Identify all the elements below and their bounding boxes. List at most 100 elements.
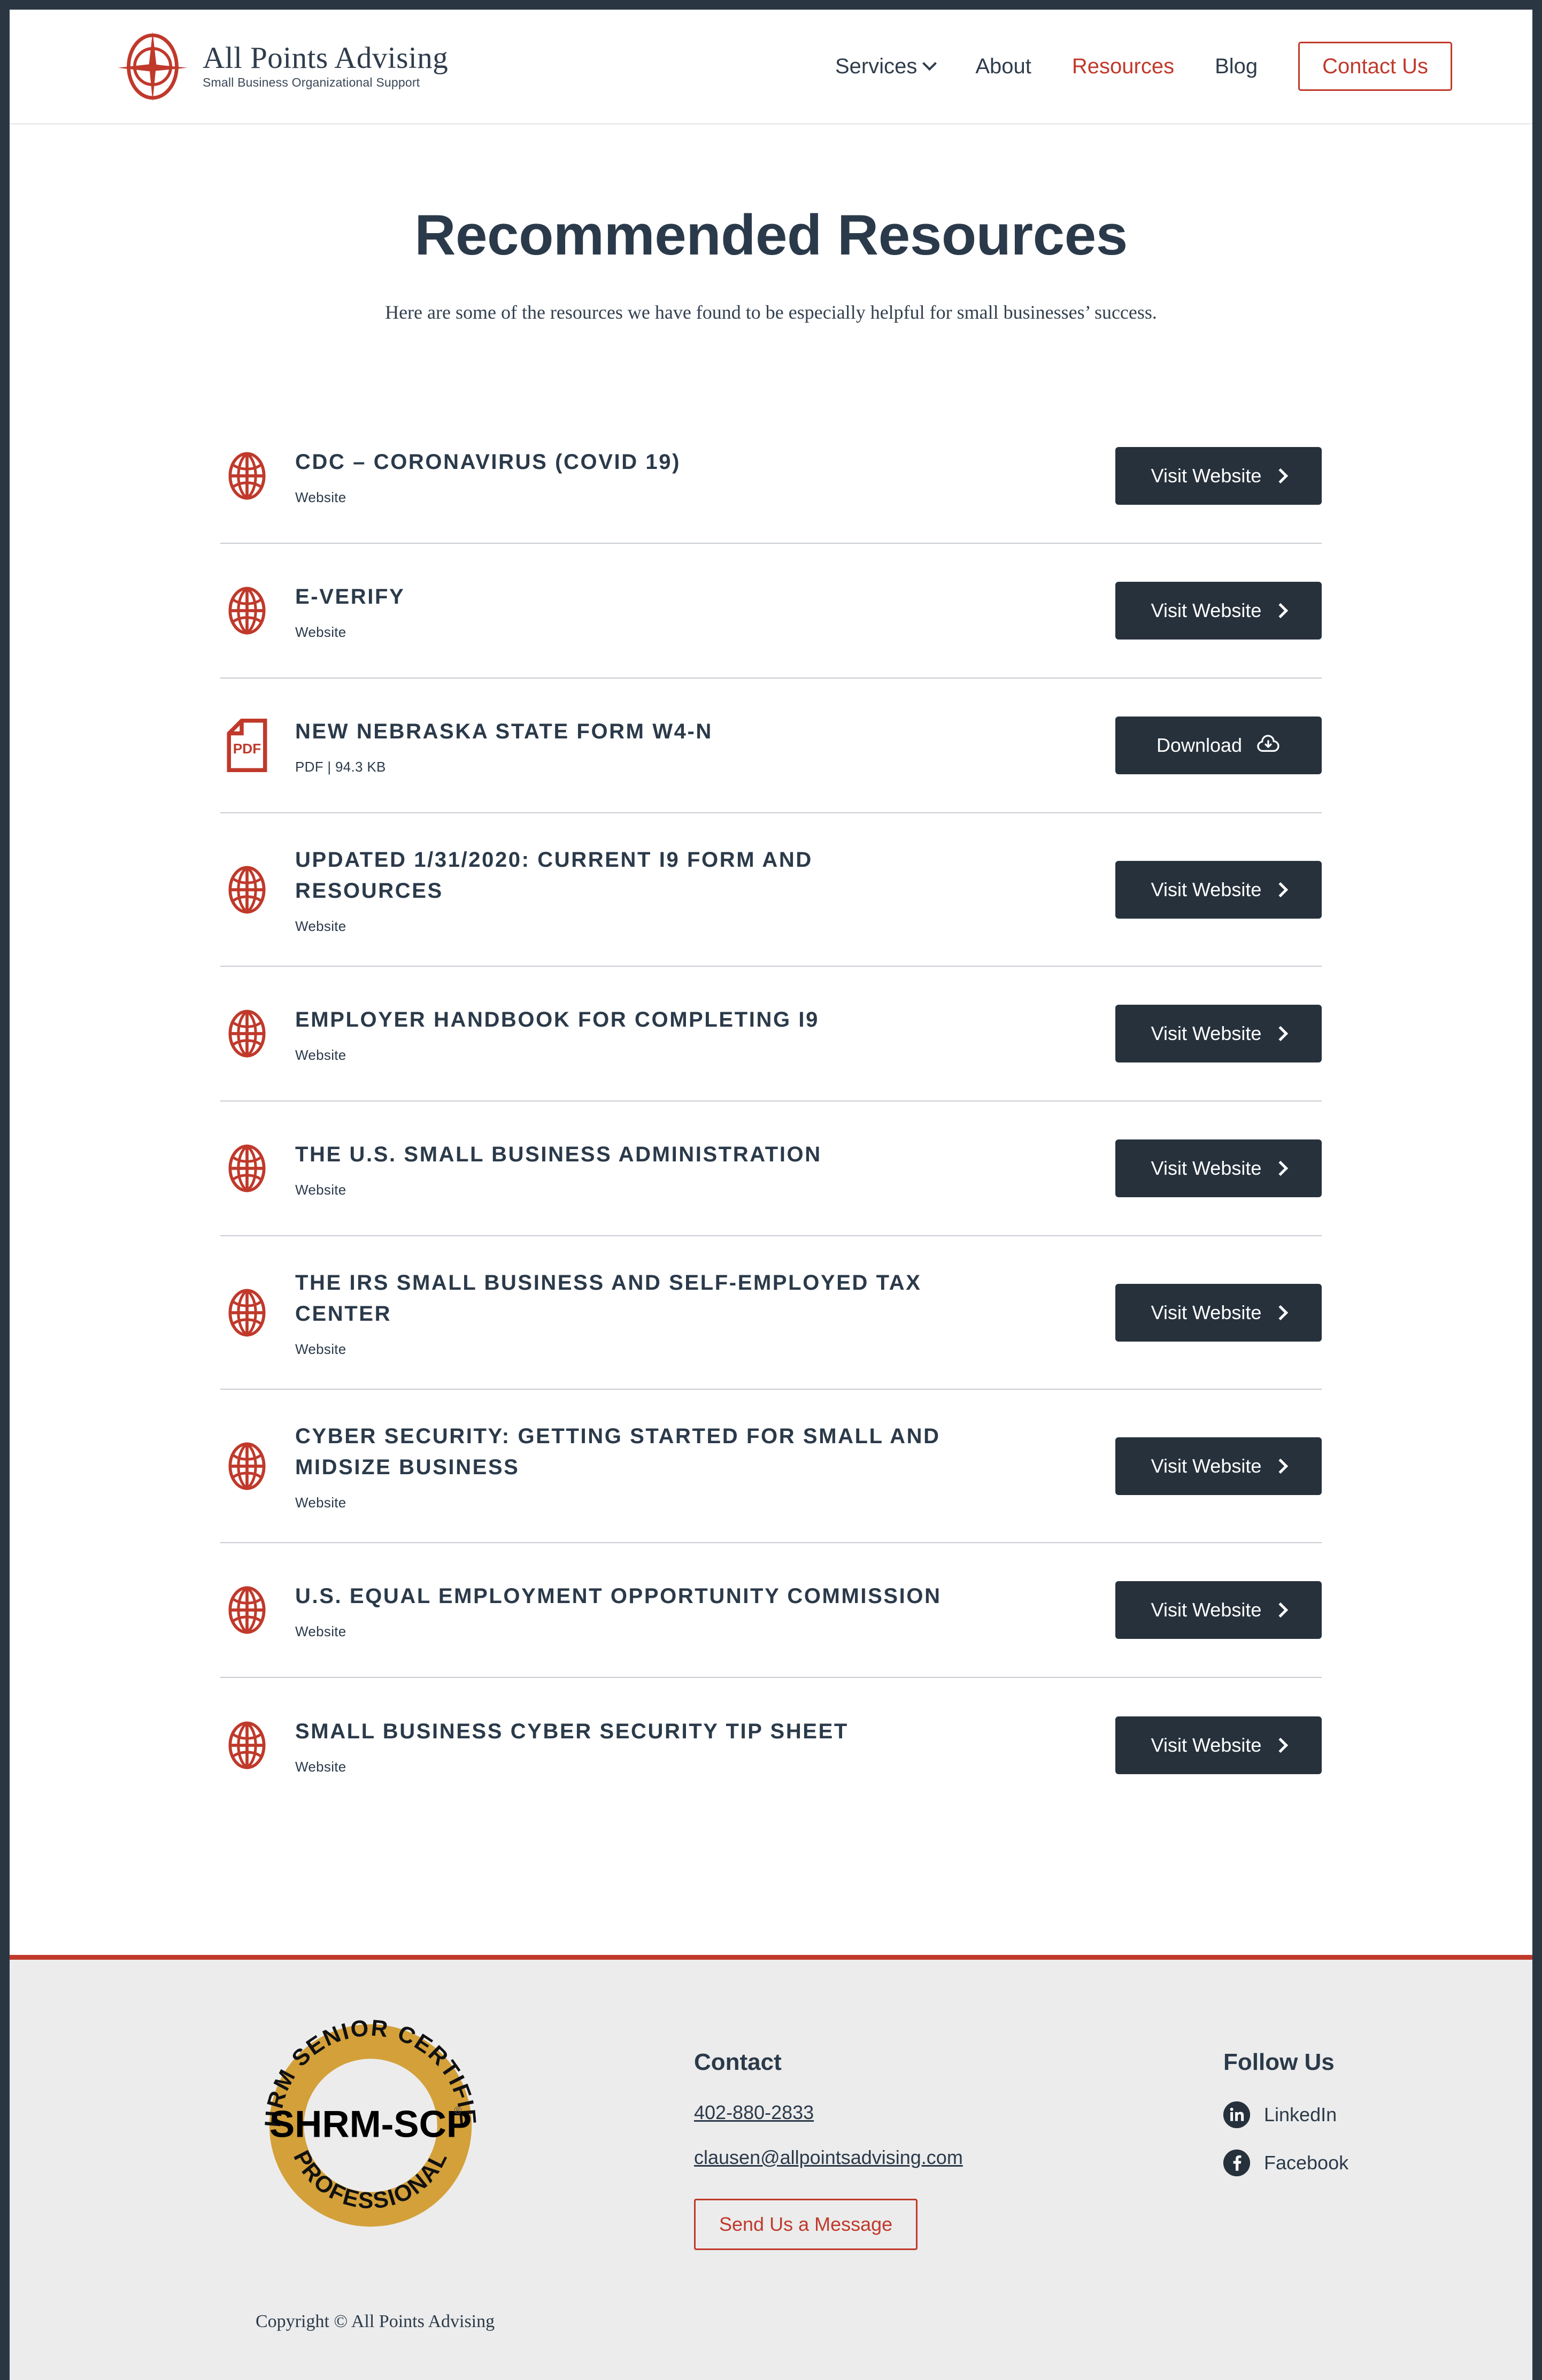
nav-item-services-label: Services <box>835 54 918 78</box>
resource-row: U.S. Equal Employment Opportunity Commis… <box>220 1543 1322 1678</box>
chevron-right-icon <box>1273 1603 1289 1618</box>
resource-action: Visit Website <box>1115 1437 1322 1495</box>
action-button-label: Visit Website <box>1151 599 1262 622</box>
download-button[interactable]: Download <box>1115 717 1322 775</box>
resource-title: U.S. Equal Employment Opportunity Commis… <box>295 1584 942 1608</box>
send-us-a-message-button[interactable]: Send Us a Message <box>694 2199 918 2250</box>
footer-contact-column: Contact 402-880-2833 clausen@allpointsad… <box>694 2011 1223 2250</box>
footer-badge-column: SHRM SENIOR CERTIFIED PROFESSIONAL SHRM-… <box>234 1990 694 2240</box>
page-subtitle: Here are some of the resources we have f… <box>385 302 1157 324</box>
nav-item-services[interactable]: Services <box>835 54 937 79</box>
action-button-label: Visit Website <box>1151 1734 1262 1757</box>
resource-title: E-Verify <box>295 584 405 609</box>
resource-action: Visit Website <box>1115 1581 1322 1639</box>
globe-icon <box>220 1144 274 1193</box>
action-button-label: Visit Website <box>1151 1157 1262 1180</box>
resource-details: CDC – Coronavirus (COVID 19) Website <box>274 446 1115 506</box>
compass-rose-icon <box>117 30 189 103</box>
copyright-text: Copyright © All Points Advising <box>256 2312 495 2331</box>
visit-website-button[interactable]: Visit Website <box>1115 860 1322 919</box>
resource-meta: Website <box>295 1341 346 1358</box>
visit-website-button[interactable]: Visit Website <box>1115 582 1322 640</box>
chevron-down-icon <box>922 56 937 71</box>
nav-item-about[interactable]: About <box>975 55 1031 79</box>
visit-website-button[interactable]: Visit Website <box>1115 1283 1322 1342</box>
resource-row: The IRS Small Business and Self-Employed… <box>220 1236 1322 1390</box>
resource-action: Visit Website <box>1115 1716 1322 1775</box>
chevron-right-icon <box>1273 603 1289 619</box>
shrm-scp-certification-badge: SHRM SENIOR CERTIFIED PROFESSIONAL SHRM-… <box>246 1990 485 2240</box>
brand-logo-link[interactable]: All Points Advising Small Business Organ… <box>117 30 448 103</box>
resource-details: Employer Handbook for Completing I9 Websi… <box>274 1004 1115 1064</box>
svg-text:PDF: PDF <box>233 741 261 757</box>
globe-icon <box>220 451 274 500</box>
resource-row: Updated 1/31/2020: Current I9 Form and R… <box>220 813 1322 967</box>
resource-action: Download <box>1115 717 1322 775</box>
resource-action: Visit Website <box>1115 1139 1322 1198</box>
resource-details: U.S. Equal Employment Opportunity Commis… <box>274 1581 1115 1640</box>
globe-icon <box>220 1721 274 1770</box>
visit-website-button[interactable]: Visit Website <box>1115 1005 1322 1063</box>
page-title: Recommended Resources <box>414 203 1128 267</box>
action-button-label: Visit Website <box>1151 1301 1262 1323</box>
resource-meta: Website <box>295 623 346 640</box>
action-button-label: Visit Website <box>1151 1599 1262 1621</box>
resource-row: The U.S. Small Business Administration We… <box>220 1102 1322 1237</box>
contact-phone-link[interactable]: 402-880-2833 <box>694 2101 814 2124</box>
social-link-linkedin[interactable]: LinkedIn <box>1223 2101 1348 2128</box>
globe-icon <box>220 865 274 914</box>
chevron-right-icon <box>1273 1305 1289 1320</box>
resource-action: Visit Website <box>1115 860 1322 919</box>
main-navigation: Services About Resources Blog Contact Us <box>835 42 1452 91</box>
resource-meta: Website <box>295 1623 346 1639</box>
contact-email-link[interactable]: clausen@allpointsadvising.com <box>694 2146 963 2169</box>
resource-list: CDC – Coronavirus (COVID 19) Website Visit… <box>220 409 1322 1813</box>
resource-action: Visit Website <box>1115 582 1322 640</box>
chevron-right-icon <box>1273 468 1289 484</box>
resource-row: Cyber Security: Getting Started for Smal… <box>220 1390 1322 1544</box>
facebook-icon <box>1223 2150 1250 2176</box>
action-button-label: Visit Website <box>1151 465 1262 487</box>
resource-row: PDF New Nebraska State Form W4-N PDF | 94… <box>220 679 1322 814</box>
resource-meta: Website <box>295 1495 346 1511</box>
nav-item-blog[interactable]: Blog <box>1215 55 1258 79</box>
social-link-facebook[interactable]: Facebook <box>1223 2150 1348 2176</box>
resource-action: Visit Website <box>1115 1283 1322 1342</box>
resource-details: The IRS Small Business and Self-Employed… <box>274 1267 1115 1358</box>
chevron-right-icon <box>1273 882 1289 897</box>
visit-website-button[interactable]: Visit Website <box>1115 1581 1322 1639</box>
linkedin-icon <box>1223 2101 1250 2128</box>
brand-name: All Points Advising <box>203 41 449 75</box>
chevron-right-icon <box>1273 1458 1289 1474</box>
action-button-label: Visit Website <box>1151 1022 1262 1045</box>
social-label-facebook: Facebook <box>1264 2152 1349 2174</box>
resource-title: Cyber Security: Getting Started for Smal… <box>295 1424 940 1480</box>
follow-us-heading: Follow Us <box>1223 2049 1335 2075</box>
resource-details: The U.S. Small Business Administration We… <box>274 1139 1115 1198</box>
globe-icon <box>220 1288 274 1337</box>
resource-row: Employer Handbook for Completing I9 Websi… <box>220 967 1322 1102</box>
resource-meta: Website <box>295 489 346 505</box>
resource-meta: PDF | 94.3 KB <box>295 758 386 775</box>
badge-registered-mark: ® <box>454 2105 461 2117</box>
resource-title: Small Business Cyber Security Tip Sheet <box>295 1719 849 1743</box>
contact-us-button[interactable]: Contact Us <box>1298 42 1452 91</box>
site-footer: SHRM SENIOR CERTIFIED PROFESSIONAL SHRM-… <box>10 1955 1532 2380</box>
globe-icon <box>220 1009 274 1058</box>
visit-website-button[interactable]: Visit Website <box>1115 447 1322 505</box>
resource-details: Updated 1/31/2020: Current I9 Form and R… <box>274 844 1115 935</box>
contact-heading: Contact <box>694 2049 782 2075</box>
visit-website-button[interactable]: Visit Website <box>1115 1716 1322 1775</box>
chevron-right-icon <box>1273 1026 1289 1042</box>
resource-action: Visit Website <box>1115 1005 1322 1063</box>
resource-title: Updated 1/31/2020: Current I9 Form and R… <box>295 848 813 903</box>
visit-website-button[interactable]: Visit Website <box>1115 1437 1322 1495</box>
resource-title: The IRS Small Business and Self-Employed… <box>295 1271 922 1326</box>
nav-item-resources[interactable]: Resources <box>1072 55 1174 79</box>
visit-website-button[interactable]: Visit Website <box>1115 1139 1322 1198</box>
badge-center-text: SHRM-SCP <box>269 2104 472 2146</box>
resource-meta: Website <box>295 1181 346 1198</box>
resource-row: Small Business Cyber Security Tip Sheet W… <box>220 1678 1322 1813</box>
resource-details: Cyber Security: Getting Started for Smal… <box>274 1421 1115 1511</box>
resource-title: Employer Handbook for Completing I9 <box>295 1007 819 1031</box>
